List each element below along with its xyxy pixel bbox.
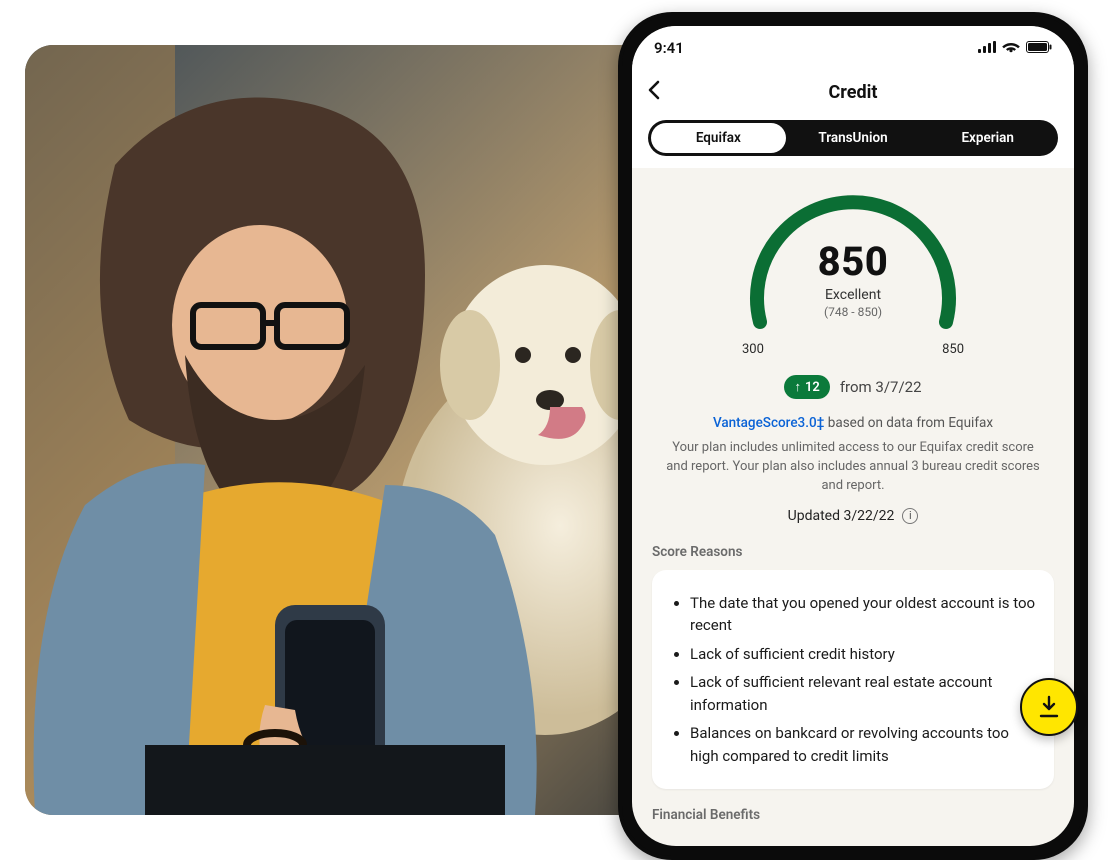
section-financial-benefits: Financial Benefits — [652, 807, 1054, 823]
status-time: 9:41 — [654, 39, 684, 57]
score-reason-item: Lack of sufficient relevant real estate … — [690, 671, 1036, 716]
bureau-tabs: Equifax TransUnion Experian — [632, 114, 1074, 168]
tab-equifax[interactable]: Equifax — [651, 123, 786, 153]
info-icon[interactable]: i — [902, 508, 918, 524]
tab-transunion[interactable]: TransUnion — [786, 123, 921, 153]
status-icons — [978, 39, 1052, 57]
section-score-reasons: Score Reasons — [652, 544, 1054, 560]
gauge-max: 850 — [942, 342, 964, 357]
status-bar: 9:41 — [632, 26, 1074, 70]
download-icon — [1038, 695, 1060, 719]
cellular-icon — [978, 39, 996, 57]
score-reason-item: Lack of sufficient credit history — [690, 643, 1036, 666]
download-button[interactable] — [1020, 678, 1078, 736]
back-button[interactable] — [646, 80, 660, 104]
phone-screen: 9:41 Credit — [632, 26, 1074, 846]
score-change-from: from 3/7/22 — [840, 378, 922, 396]
chevron-left-icon — [646, 80, 660, 100]
arrow-up-icon: ↑ — [794, 379, 801, 395]
score-reason-item: Balances on bankcard or revolving accoun… — [690, 722, 1036, 767]
score-reasons-card: The date that you opened your oldest acc… — [652, 570, 1054, 790]
score-change-chip: ↑ 12 — [784, 375, 829, 399]
nav-bar: Credit — [632, 70, 1074, 114]
tab-experian[interactable]: Experian — [920, 123, 1055, 153]
battery-icon — [1026, 39, 1052, 57]
page-title: Credit — [632, 82, 1074, 103]
gauge-scale: 300 850 — [748, 342, 958, 357]
phone-frame: 9:41 Credit — [618, 12, 1088, 860]
score-gauge: 850 Excellent (748 - 850) — [728, 190, 978, 340]
vantagescore-link[interactable]: VantageScore3.0‡ — [713, 415, 824, 431]
vantage-source: based on data from Equifax — [824, 415, 993, 431]
credit-score: 850 — [728, 238, 978, 285]
updated-label: Updated 3/22/22 — [788, 508, 895, 524]
plan-description: Your plan includes unlimited access to o… — [652, 439, 1054, 496]
gauge-min: 300 — [742, 342, 764, 357]
credit-rating: Excellent — [728, 287, 978, 303]
score-reason-item: The date that you opened your oldest acc… — [690, 592, 1036, 637]
score-change-value: 12 — [805, 380, 820, 395]
wifi-icon — [1002, 39, 1020, 57]
credit-rating-range: (748 - 850) — [728, 305, 978, 319]
credit-body: 850 Excellent (748 - 850) 300 850 ↑ 12 — [632, 168, 1074, 846]
